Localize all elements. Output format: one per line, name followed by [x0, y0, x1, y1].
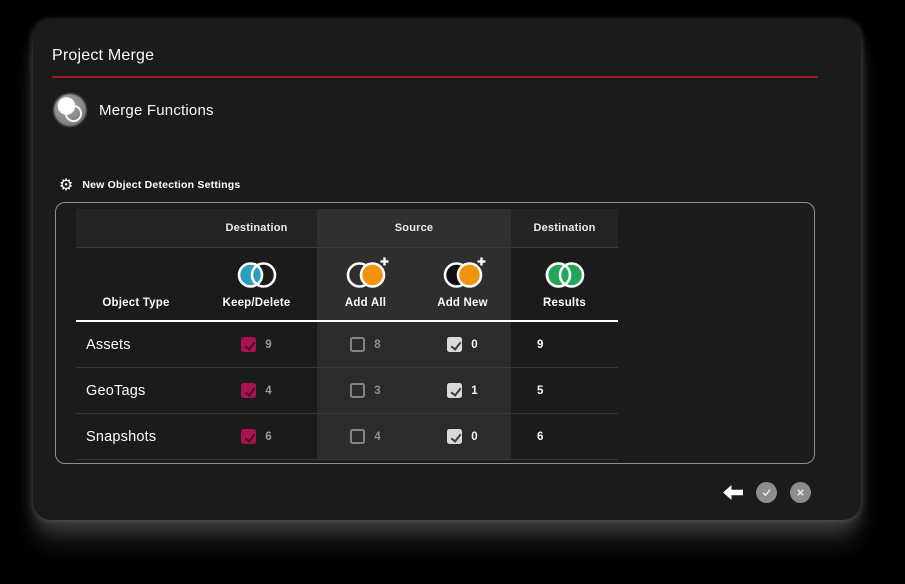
plus-badge — [477, 258, 485, 266]
project-merge-dialog: Project Merge Merge Functions ⚙ New Obje… — [33, 20, 861, 520]
keep-delete-checkbox[interactable] — [241, 429, 256, 444]
table-row-snapshots: Snapshots 6 4 0 6 — [76, 414, 618, 460]
merge-functions-header: Merge Functions — [52, 92, 214, 128]
gear-icon: ⚙ — [59, 177, 73, 193]
keep-delete-count: 9 — [265, 339, 271, 351]
merge-table: Destination Source Destination Object Ty… — [76, 209, 618, 460]
group-header-spacer — [76, 209, 196, 247]
add-all-checkbox[interactable] — [350, 429, 365, 444]
footer-actions — [723, 482, 811, 503]
keep-delete-count: 6 — [265, 431, 271, 443]
keep-delete-venn-icon — [234, 256, 280, 290]
add-all-count: 4 — [374, 431, 380, 443]
results-count: 9 — [537, 339, 543, 351]
add-all-checkbox[interactable] — [350, 383, 365, 398]
keep-delete-count: 4 — [265, 385, 271, 397]
add-new-checkbox[interactable] — [447, 383, 462, 398]
red-divider — [52, 76, 818, 78]
new-object-detection-settings: ⚙ New Object Detection Settings — [59, 175, 240, 195]
group-header-destination-right: Destination — [511, 209, 618, 247]
add-new-count: 1 — [471, 385, 477, 397]
add-all-count: 8 — [374, 339, 380, 351]
add-all-checkbox[interactable] — [350, 337, 365, 352]
column-keep-delete: Keep/Delete — [196, 248, 317, 320]
results-count: 5 — [537, 385, 543, 397]
column-label: Object Type — [102, 297, 169, 309]
keep-delete-checkbox[interactable] — [241, 383, 256, 398]
merge-settings-panel: Destination Source Destination Object Ty… — [55, 202, 815, 464]
column-label: Keep/Delete — [222, 297, 290, 309]
column-results: Results — [511, 248, 618, 320]
results-venn-icon — [542, 256, 588, 290]
results-count: 6 — [537, 431, 543, 443]
column-label: Add New — [437, 297, 488, 309]
keep-delete-checkbox[interactable] — [241, 337, 256, 352]
row-label: Snapshots — [86, 429, 156, 445]
column-add-new: Add New — [414, 248, 511, 320]
add-new-count: 0 — [471, 431, 477, 443]
add-new-venn-icon — [440, 256, 486, 290]
back-arrow-icon[interactable] — [723, 485, 743, 500]
merge-avatar-icon — [52, 92, 88, 128]
close-circle-icon[interactable] — [790, 482, 811, 503]
column-object-type: Object Type — [76, 248, 196, 320]
plus-badge — [380, 258, 388, 266]
check-circle-icon[interactable] — [756, 482, 777, 503]
add-new-checkbox[interactable] — [447, 429, 462, 444]
page-title: Project Merge — [52, 47, 154, 65]
table-row-geotags: GeoTags 4 3 1 5 — [76, 368, 618, 414]
column-label: Add All — [345, 297, 386, 309]
add-all-count: 3 — [374, 385, 380, 397]
row-label: Assets — [86, 337, 131, 353]
settings-label: New Object Detection Settings — [82, 179, 240, 191]
column-add-all: Add All — [317, 248, 414, 320]
group-header-row: Destination Source Destination — [76, 209, 618, 248]
add-new-checkbox[interactable] — [447, 337, 462, 352]
group-header-destination-left: Destination — [196, 209, 317, 247]
merge-functions-title: Merge Functions — [99, 102, 214, 119]
table-row-assets: Assets 9 8 0 9 — [76, 322, 618, 368]
row-label: GeoTags — [86, 383, 145, 399]
add-all-venn-icon — [343, 256, 389, 290]
add-new-count: 0 — [471, 339, 477, 351]
group-header-source: Source — [317, 209, 511, 247]
column-label: Results — [543, 297, 586, 309]
column-header-row: Object Type Keep/Delete — [76, 248, 618, 322]
